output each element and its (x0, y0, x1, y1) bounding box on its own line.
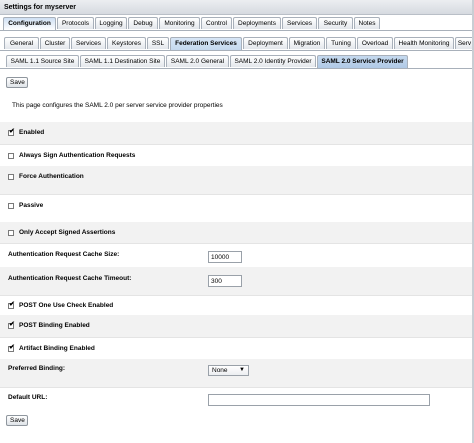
default-url-label: Default URL: (8, 394, 48, 401)
only-signed-checkbox[interactable] (8, 230, 14, 236)
page-description: This page configures the SAML 2.0 per se… (12, 102, 223, 109)
tab-federation-services[interactable]: Federation Services (170, 37, 242, 50)
only-signed-label: Only Accept Signed Assertions (19, 229, 116, 236)
post-one-use-row: ✔ POST One Use Check Enabled (0, 295, 474, 315)
preferred-binding-select[interactable]: None ▼ (208, 365, 249, 376)
tab-deployment[interactable]: Deployment (243, 37, 288, 49)
preferred-binding-label: Preferred Binding: (8, 365, 66, 372)
tab-monitoring[interactable]: Monitoring (159, 17, 200, 29)
tab-ssl[interactable]: SSL (147, 37, 169, 49)
post-binding-label: POST Binding Enabled (19, 322, 90, 329)
always-sign-checkbox[interactable] (8, 153, 14, 159)
preferred-binding-value: None (212, 367, 228, 374)
always-sign-row: Always Sign Authentication Requests (0, 144, 474, 166)
tab-health-monitoring[interactable]: Health Monitoring (394, 37, 454, 49)
always-sign-label: Always Sign Authentication Requests (19, 152, 136, 159)
tab-notes[interactable]: Notes (354, 17, 380, 29)
post-one-use-checkbox[interactable]: ✔ (8, 301, 15, 309)
tab-services-sub[interactable]: Services (71, 37, 106, 49)
tab-deployments[interactable]: Deployments (233, 17, 281, 29)
tab-saml11-source-site[interactable]: SAML 1.1 Source Site (6, 55, 79, 67)
tab-control[interactable]: Control (201, 17, 232, 29)
tab-debug[interactable]: Debug (128, 17, 158, 29)
tab-overload[interactable]: Overload (357, 37, 393, 49)
force-auth-label: Force Authentication (19, 173, 84, 180)
primary-tab-bar: Configuration Protocols Logging Debug Mo… (0, 17, 474, 31)
tab-cluster[interactable]: Cluster (40, 37, 70, 49)
cache-size-input[interactable] (208, 251, 242, 263)
preferred-binding-row: Preferred Binding: None ▼ (0, 359, 474, 387)
tab-configuration[interactable]: Configuration (3, 17, 56, 30)
tab-saml20-identity-provider[interactable]: SAML 2.0 Identity Provider (230, 55, 316, 67)
tab-saml20-service-provider[interactable]: SAML 2.0 Service Provider (317, 55, 408, 68)
artifact-binding-label: Artifact Binding Enabled (19, 345, 95, 352)
tab-saml20-general[interactable]: SAML 2.0 General (166, 55, 229, 67)
tab-general[interactable]: General (4, 37, 39, 49)
artifact-binding-checkbox[interactable]: ✔ (8, 344, 15, 352)
tab-migration[interactable]: Migration (289, 37, 325, 49)
enabled-checkbox[interactable]: ✔ (8, 128, 15, 136)
checkmark-icon: ✔ (9, 321, 15, 328)
tab-logging[interactable]: Logging (95, 17, 127, 29)
tertiary-tab-bar: SAML 1.1 Source Site SAML 1.1 Destinatio… (0, 55, 474, 69)
secondary-tab-bar: General Cluster Services Keystores SSL F… (0, 37, 474, 51)
cache-timeout-row: Authentication Request Cache Timeout: (0, 267, 474, 295)
enabled-row: ✔ Enabled (0, 122, 474, 144)
checkmark-icon: ✔ (9, 301, 15, 308)
save-button-top[interactable]: Save (6, 77, 28, 88)
cache-timeout-input[interactable] (208, 275, 242, 287)
save-button-bottom[interactable]: Save (6, 415, 28, 426)
passive-label: Passive (19, 202, 44, 209)
artifact-binding-row: ✔ Artifact Binding Enabled (0, 337, 474, 359)
chevron-down-icon: ▼ (239, 367, 245, 373)
enabled-label: Enabled (19, 129, 45, 136)
tab-services[interactable]: Services (282, 17, 317, 29)
window-title: Settings for myserver (0, 0, 474, 15)
default-url-input[interactable] (208, 394, 430, 406)
post-binding-checkbox[interactable]: ✔ (8, 321, 15, 329)
tab-saml11-destination-site[interactable]: SAML 1.1 Destination Site (80, 55, 165, 67)
checkmark-icon: ✔ (9, 344, 15, 351)
passive-row: Passive (0, 194, 474, 222)
cache-size-label: Authentication Request Cache Size: (8, 251, 120, 258)
checkmark-icon: ✔ (9, 128, 15, 135)
tab-keystores[interactable]: Keystores (107, 37, 146, 49)
tab-protocols[interactable]: Protocols (57, 17, 94, 29)
tab-tuning[interactable]: Tuning (326, 37, 356, 49)
settings-window: Settings for myserver Configuration Prot… (0, 0, 474, 443)
force-auth-row: Force Authentication (0, 166, 474, 194)
post-binding-row: ✔ POST Binding Enabled (0, 315, 474, 337)
default-url-row: Default URL: (0, 387, 474, 411)
cache-size-row: Authentication Request Cache Size: (0, 243, 474, 267)
force-auth-checkbox[interactable] (8, 174, 14, 180)
only-signed-row: Only Accept Signed Assertions (0, 222, 474, 243)
tab-security[interactable]: Security (318, 17, 353, 29)
cache-timeout-label: Authentication Request Cache Timeout: (8, 275, 132, 282)
passive-checkbox[interactable] (8, 203, 14, 209)
post-one-use-label: POST One Use Check Enabled (19, 302, 114, 309)
